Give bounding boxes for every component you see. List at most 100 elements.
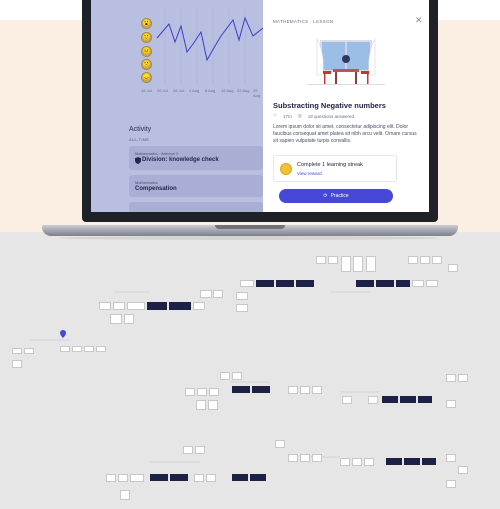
- wire-screen: [341, 256, 351, 272]
- wire-screen: [12, 360, 22, 368]
- mood-emoji-4-icon: 🙁: [141, 59, 152, 70]
- mood-emoji-5-icon: 😞: [141, 72, 152, 83]
- wire-screen: [458, 466, 468, 474]
- wire-screen: [364, 458, 374, 466]
- classroom-illustration: [303, 35, 389, 91]
- wire-screen: [232, 372, 242, 380]
- wire-screen: [170, 474, 188, 481]
- mood-line: [156, 16, 264, 62]
- practice-button[interactable]: ⟳ Practice: [279, 189, 393, 203]
- wire-screen: [275, 440, 285, 448]
- streak-title: Complete 1 learning streak: [297, 162, 363, 168]
- wire-screen: [426, 280, 438, 287]
- wire-screen: [446, 400, 456, 408]
- x-tick: 15 Aug: [221, 88, 234, 93]
- wire-screen: [446, 480, 456, 488]
- sun-icon: [280, 163, 292, 175]
- wire-screen: [446, 374, 456, 382]
- activity-card[interactable]: Mathematics · Attempt 2 Division: knowle…: [129, 146, 263, 170]
- wire-screen: [386, 458, 402, 465]
- wire-screen: [124, 314, 134, 324]
- wire-screen: [60, 346, 70, 352]
- activity-card[interactable]: Mathematics Compensation: [129, 175, 263, 197]
- laptop-screen: 😮 🙂 😐 🙁 😞 16 Jul 20 Jul 26 Jul 1 Aug 8 A…: [91, 0, 429, 212]
- wire-screen: [84, 346, 94, 352]
- wire-screen: [458, 374, 468, 382]
- wire-screen: [418, 396, 432, 403]
- flow-connectors: [30, 291, 380, 463]
- x-tick: 8 Aug: [205, 88, 216, 93]
- wire-screen: [127, 302, 145, 310]
- wire-screen: [72, 346, 82, 352]
- lesson-meta: ♡ 17m ◎ 18 questions answered: [273, 113, 354, 119]
- x-tick: 1 Aug: [189, 88, 200, 93]
- wire-screen: [96, 346, 106, 352]
- wire-screen: [169, 302, 191, 310]
- wire-screen: [300, 386, 310, 394]
- wire-screen: [193, 302, 205, 310]
- wire-screen: [312, 386, 322, 394]
- lesson-panel: MATHEMATICS · LESSON ✕ Substracting Nega…: [263, 0, 429, 212]
- wire-screen: [256, 280, 274, 287]
- close-icon[interactable]: ✕: [415, 16, 423, 25]
- wire-screen: [147, 302, 167, 310]
- dimmed-app-area: 😮 🙂 😐 🙁 😞 16 Jul 20 Jul 26 Jul 1 Aug 8 A…: [91, 0, 264, 212]
- wire-screen: [356, 280, 374, 287]
- wire-screen: [353, 256, 363, 272]
- lesson-questions: 18 questions answered: [307, 113, 355, 119]
- wire-screen: [404, 458, 420, 465]
- shield-icon: [135, 157, 141, 164]
- view-reward-link[interactable]: View reward: [297, 171, 322, 176]
- wire-screen: [206, 474, 216, 482]
- card-kicker: Mathematics · Attempt 2: [135, 151, 179, 156]
- wire-screen: [316, 256, 326, 264]
- wire-screen: [106, 474, 116, 482]
- wire-screen: [99, 302, 111, 310]
- streak-card: Complete 1 learning streak View reward: [273, 155, 397, 182]
- wire-screen: [118, 474, 128, 482]
- card-title: Division: knowledge check: [142, 157, 219, 163]
- x-tick: 16 Jul: [141, 88, 152, 93]
- wire-screen: [400, 396, 416, 403]
- wire-screen: [368, 396, 378, 404]
- wire-screen: [288, 454, 298, 462]
- target-icon: ◎: [297, 113, 302, 118]
- wire-screen: [213, 290, 223, 298]
- card-kicker: Mathematics: [135, 180, 158, 185]
- activity-heading: Activity: [129, 126, 152, 133]
- wire-screen: [412, 280, 424, 287]
- activity-filter[interactable]: ALL-TIME: [129, 137, 149, 142]
- wire-screen: [220, 372, 230, 380]
- wire-screen: [110, 314, 122, 324]
- wire-screen: [288, 386, 298, 394]
- mood-emoji-3-icon: 😐: [141, 46, 152, 57]
- wire-screen: [196, 400, 206, 410]
- wire-screen: [328, 256, 338, 264]
- wire-screen: [24, 348, 34, 354]
- wire-screen: [197, 388, 207, 396]
- laptop-notch: [215, 225, 285, 229]
- wire-screen: [276, 280, 294, 287]
- lesson-duration: 17m: [283, 113, 292, 119]
- wire-screen: [420, 256, 430, 264]
- x-tick: 22 Aug: [237, 88, 250, 93]
- mood-chart: [135, 6, 264, 90]
- wire-screen: [240, 280, 254, 287]
- lesson-title: Substracting Negative numbers: [273, 101, 386, 110]
- wire-screen: [232, 386, 250, 393]
- wire-screen: [113, 302, 125, 310]
- wire-screen: [194, 474, 204, 482]
- wire-screen: [340, 458, 350, 466]
- mood-emoji-1-icon: 😮: [141, 18, 152, 29]
- mood-emoji-2-icon: 🙂: [141, 32, 152, 43]
- wire-screen: [300, 454, 310, 462]
- wire-screen: [376, 280, 394, 287]
- wire-screen: [130, 474, 144, 482]
- wire-screen: [382, 396, 398, 403]
- wire-screen: [150, 474, 168, 481]
- activity-card[interactable]: [129, 202, 263, 212]
- refresh-icon: ⟳: [323, 193, 328, 199]
- wire-screen: [250, 474, 266, 481]
- wire-screen: [185, 388, 195, 396]
- wire-screen: [12, 348, 22, 354]
